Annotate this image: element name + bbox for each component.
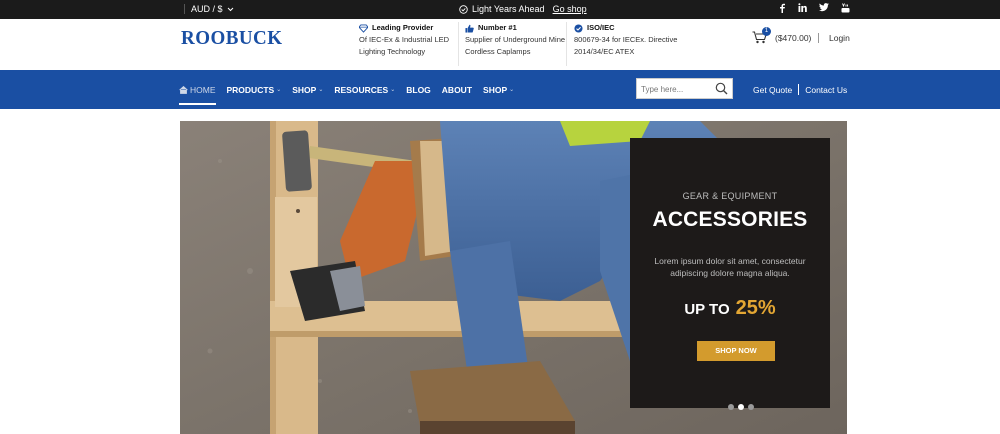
diamond-icon — [359, 23, 368, 33]
offer-value: 25% — [735, 297, 776, 319]
site-logo[interactable]: ROOBUCK — [181, 27, 283, 50]
go-shop-link[interactable]: Go shop — [553, 4, 587, 14]
feature-title: ISO/IEC — [587, 23, 615, 32]
divider — [458, 22, 459, 66]
nav-item-shop[interactable]: SHOP ⌄ — [292, 70, 323, 109]
twitter-icon[interactable] — [819, 3, 829, 12]
hero-promo-card: GEAR & EQUIPMENT ACCESSORIES Lorem ipsum… — [630, 138, 830, 408]
promo-offer: UP TO 25% — [630, 297, 830, 320]
chevron-down-icon: ⌄ — [276, 87, 282, 93]
nav-item-products[interactable]: PRODUCTS ⌄ — [227, 70, 282, 109]
login-link[interactable]: Login — [818, 33, 850, 43]
nav-item-blog[interactable]: BLOG — [406, 70, 431, 109]
search-box — [636, 78, 733, 99]
cart-count-badge: 1 — [762, 27, 771, 36]
site-header: ROOBUCK Leading Provider Of IEC-Ex & Ind… — [0, 19, 1000, 70]
home-icon — [179, 85, 188, 94]
slider-pagination — [728, 404, 754, 410]
divider — [798, 84, 800, 95]
chevron-down-icon — [227, 7, 233, 11]
slider-dot[interactable] — [728, 404, 734, 410]
chevron-down-icon: ⌄ — [509, 87, 515, 93]
cart-button[interactable]: 1 ($470.00) — [752, 27, 812, 44]
offer-prefix: UP TO — [684, 301, 730, 318]
feature-line: 800679-34 for IECEx. Directive — [574, 35, 678, 44]
chevron-down-icon: ⌄ — [318, 87, 324, 93]
contact-us-link[interactable]: Contact Us — [805, 85, 847, 95]
slider-dot-active[interactable] — [738, 404, 744, 410]
slider-dot[interactable] — [748, 404, 754, 410]
promo-eyebrow: GEAR & EQUIPMENT — [682, 191, 778, 201]
feature-line: 2014/34/EC ATEX — [574, 47, 635, 56]
main-nav: HOME PRODUCTS ⌄ SHOP ⌄ RESOURCES ⌄ BLOG … — [0, 70, 1000, 109]
get-quote-link[interactable]: Get Quote — [753, 85, 792, 95]
currency-label: AUD / $ — [191, 4, 223, 14]
social-links — [778, 3, 850, 13]
check-circle-icon — [459, 4, 468, 14]
divider — [566, 22, 567, 66]
nav-item-resources[interactable]: RESOURCES ⌄ — [334, 70, 395, 109]
thumbs-up-icon — [465, 24, 474, 33]
promo-headline: ACCESSORIES — [652, 208, 808, 231]
feature-line: Supplier of Underground Mine — [465, 35, 566, 44]
nav-item-shop-2[interactable]: SHOP ⌄ — [483, 70, 514, 109]
feature-line: Of IEC-Ex & Industrial LED — [359, 35, 450, 44]
promo-text: Light Years Ahead — [472, 4, 545, 14]
feature-line: Cordless Caplamps — [465, 47, 531, 56]
youtube-icon[interactable] — [841, 3, 850, 13]
feature-line: Lighting Technology — [359, 47, 426, 56]
nav-quick-links: Get Quote Contact Us — [753, 70, 847, 109]
search-icon[interactable] — [715, 82, 728, 95]
nav-menu: HOME PRODUCTS ⌄ SHOP ⌄ RESOURCES ⌄ BLOG … — [179, 70, 514, 109]
promo-message: Light Years Ahead Go shop — [459, 4, 587, 14]
feature-iso-iec: ISO/IEC 800679-34 for IECEx. Directive 2… — [574, 22, 677, 58]
feature-number-one: Number #1 Supplier of Underground Mine C… — [465, 22, 565, 58]
cart-total: ($470.00) — [775, 32, 812, 43]
shop-now-button[interactable]: SHOP NOW — [697, 341, 775, 361]
feature-title: Number #1 — [478, 23, 517, 32]
top-bar: AUD / $ Light Years Ahead Go shop — [0, 0, 1000, 19]
chevron-down-icon: ⌄ — [390, 87, 396, 93]
feature-leading-provider: Leading Provider Of IEC-Ex & Industrial … — [359, 22, 449, 58]
nav-item-home[interactable]: HOME — [179, 70, 216, 109]
nav-item-about[interactable]: ABOUT — [442, 70, 472, 109]
feature-title: Leading Provider — [372, 23, 434, 32]
linkedin-icon[interactable] — [798, 3, 807, 12]
currency-selector[interactable]: AUD / $ — [184, 4, 234, 14]
check-circle-icon — [574, 23, 583, 33]
facebook-icon[interactable] — [778, 3, 786, 13]
promo-description: Lorem ipsum dolor sit amet, consectetur … — [654, 256, 806, 278]
search-input[interactable] — [641, 82, 715, 96]
